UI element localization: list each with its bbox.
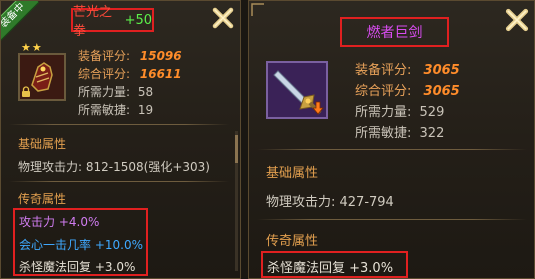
physical-attack-line: 物理攻击力: 812-1508(强化+303) [18, 160, 210, 174]
divider [257, 149, 527, 150]
compare-item-tooltip: 燃者巨剑 装备评分: 3065 综合评分: 3065 所需力量: 529 所需敏… [248, 0, 535, 279]
legendary-line: 杀怪魔法回复 +3.0% [267, 261, 394, 276]
total-score-row: 综合评分: 16611 [78, 67, 182, 81]
equipped-ribbon: 装备中 [1, 1, 40, 43]
basic-attributes-heading: 基础属性 [18, 137, 67, 151]
close-button[interactable] [502, 5, 532, 35]
corner-ornament-icon [251, 3, 264, 16]
close-button[interactable] [208, 3, 238, 33]
downgrade-arrow-icon [312, 101, 324, 115]
legendary-attributes-heading: 传奇属性 [18, 192, 67, 206]
legendary-line: 杀怪魔法回复 +3.0% [19, 260, 136, 274]
item-title-box: 燃者巨剑 [340, 17, 449, 47]
required-agility-value: 19 [137, 103, 154, 117]
required-strength-row: 所需力量: 58 [78, 85, 154, 99]
required-strength-value: 58 [137, 85, 154, 99]
required-strength-row: 所需力量: 529 [355, 105, 445, 120]
equip-score-value: 3065 [423, 63, 460, 78]
item-name: 燃者巨剑 [366, 25, 423, 41]
required-agility-row: 所需敏捷: 322 [355, 126, 445, 141]
item-icon-frame[interactable] [18, 53, 66, 101]
item-enhance-bonus: +50 [124, 12, 152, 28]
scrollbar-thumb[interactable] [235, 135, 238, 163]
close-icon [505, 8, 529, 32]
item-icon-frame[interactable] [266, 61, 328, 119]
equip-score-row: 装备评分: 15096 [78, 49, 182, 63]
item-name: 芒光之拳 [73, 5, 113, 39]
close-icon [212, 7, 234, 29]
required-agility-row: 所需敏捷: 19 [78, 103, 154, 117]
legendary-line: 攻击力 +4.0% [19, 215, 100, 229]
divider [9, 181, 229, 182]
total-score-row: 综合评分: 3065 [355, 84, 460, 99]
divider [9, 124, 229, 125]
required-agility-value: 322 [419, 126, 445, 141]
legendary-attributes-heading: 传奇属性 [266, 234, 319, 249]
total-score-value: 3065 [423, 84, 460, 99]
lock-icon [22, 86, 30, 97]
equipped-item-tooltip: 装备中 芒光之拳 +50 ★ ★ 装备评分: 15096 综合评分: 16611 [0, 0, 241, 279]
total-score-value: 16611 [139, 67, 182, 81]
divider [257, 219, 527, 220]
basic-attributes-heading: 基础属性 [266, 166, 319, 181]
item-title-box: 芒光之拳 +50 [71, 5, 154, 39]
legendary-line: 会心一击几率 +10.0% [19, 238, 143, 252]
required-strength-value: 529 [419, 105, 445, 120]
physical-attack-line: 物理攻击力: 427-794 [266, 195, 394, 210]
equip-score-row: 装备评分: 3065 [355, 63, 460, 78]
equip-score-value: 15096 [139, 49, 182, 63]
